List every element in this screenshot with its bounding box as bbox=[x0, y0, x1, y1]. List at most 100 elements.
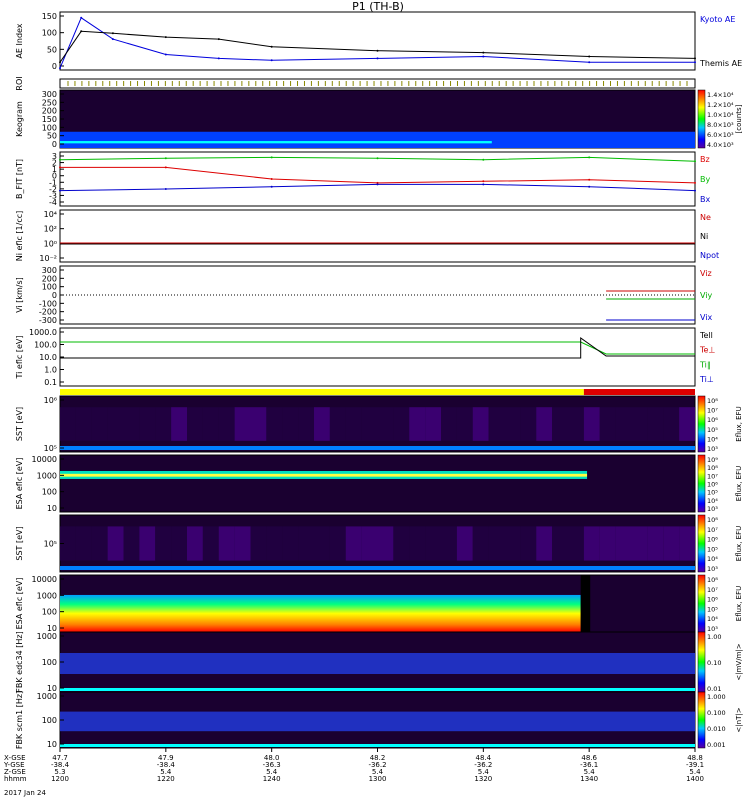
panels-group: AE Index150100500Kyoto AEThemis AEROIKeo… bbox=[15, 11, 742, 749]
data-point bbox=[217, 38, 220, 41]
spectrogram-band bbox=[60, 131, 695, 148]
colorbar-tick-label: 6.0×10³ bbox=[707, 131, 734, 139]
spectrogram-cell bbox=[202, 407, 219, 441]
spectrogram-cell bbox=[329, 407, 346, 441]
data-point bbox=[59, 158, 61, 161]
panel-esa_e: ESA eflc [eV] 10000 1000 100 10 bbox=[15, 454, 696, 513]
spectrogram-cell bbox=[171, 526, 187, 561]
panel-sst_e: SST [eV] 10⁶ 10⁵ bbox=[15, 389, 696, 453]
panel-roi: ROI bbox=[15, 76, 696, 91]
colorbar-cb-sst-e: 10⁸ 10⁷10⁶ 10⁵10⁴ 10³ Eflux, EFU bbox=[697, 395, 743, 453]
panel-ylabel: Ti eflc [eV] bbox=[15, 336, 24, 380]
spectrogram-cell bbox=[615, 526, 632, 561]
data-point bbox=[164, 36, 167, 39]
spectrogram-cell bbox=[266, 407, 283, 441]
spectrogram-cell bbox=[568, 407, 584, 441]
colorbar-tick-label: 10⁸ bbox=[707, 397, 718, 405]
legend-entry: Viy bbox=[700, 291, 713, 300]
spectrogram-cell bbox=[504, 526, 521, 561]
panel-keogram: Keogram300250200150100500 bbox=[15, 89, 696, 149]
spectrogram-cell bbox=[504, 407, 521, 441]
colorbar-label: <|nT|> bbox=[735, 707, 743, 732]
spectrogram-band bbox=[60, 473, 588, 477]
colorbar-gradient bbox=[697, 574, 706, 633]
spectrogram-cell bbox=[91, 526, 108, 561]
spectrogram-cell bbox=[187, 407, 203, 441]
spectrogram-cell bbox=[123, 407, 140, 441]
spectrogram-cell bbox=[583, 526, 600, 561]
spectrogram-cell bbox=[393, 526, 410, 561]
panel-ylabel: SST [eV] bbox=[15, 407, 24, 441]
y-tick-label: 1.0 bbox=[44, 366, 57, 375]
colorbar-cb-sst-i: 10⁸ 10⁷ 10⁶10⁵ 10⁴ 10³ Eflux, EFU bbox=[697, 514, 743, 573]
spectrogram-band bbox=[60, 141, 492, 144]
spectrogram-cell bbox=[552, 407, 568, 441]
spectrogram-cell bbox=[679, 407, 695, 441]
data-point bbox=[164, 166, 167, 169]
legend-entry: Tell bbox=[699, 331, 713, 340]
spectrogram-cell bbox=[520, 526, 537, 561]
data-point bbox=[694, 160, 696, 163]
legend-entry: By bbox=[700, 175, 710, 184]
panel-fbk_scm: FBK edc34 [Hz] 100010010 bbox=[15, 631, 696, 693]
data-point bbox=[270, 59, 273, 62]
spectrogram-cell bbox=[409, 407, 426, 441]
y-tick-label: -4 bbox=[49, 198, 57, 207]
colorbar-label: Eflux, EFU bbox=[735, 466, 743, 501]
colorbar-tick-label: 0.001 bbox=[707, 741, 726, 749]
colorbar-tick-label: 10⁵ bbox=[707, 545, 718, 553]
spectrogram-cell bbox=[393, 407, 410, 441]
spectrogram-cell bbox=[75, 407, 92, 441]
data-point bbox=[59, 189, 61, 192]
x-tick-label: 1220 bbox=[157, 775, 175, 783]
data-point bbox=[588, 178, 591, 181]
x-row-label: hhmm bbox=[4, 775, 27, 783]
panel-sst_i: SST [eV] 10⁵ bbox=[15, 514, 696, 573]
panel-frame bbox=[59, 327, 696, 387]
data-point bbox=[376, 157, 379, 160]
date-label: 2017 Jan 24 bbox=[4, 789, 47, 797]
x-axis-group: X-GSEY-GSEZ-GSEhhmm47.7-38.45.3120047.9-… bbox=[3, 748, 704, 797]
panel-ylabel: B_FIT [nT] bbox=[15, 159, 24, 199]
legend-entry: Npot bbox=[700, 251, 719, 260]
panel-frame bbox=[59, 209, 696, 263]
spectrogram-cell bbox=[266, 526, 283, 561]
x-tick-label: 1340 bbox=[580, 775, 598, 783]
spectrogram-cell bbox=[441, 526, 457, 561]
spectrogram-band bbox=[60, 566, 695, 570]
spectrogram-cell bbox=[615, 407, 632, 441]
colorbar-tick-label: 10⁴ bbox=[707, 615, 718, 623]
data-point bbox=[59, 166, 61, 169]
spectrogram-cell bbox=[552, 526, 568, 561]
data-point bbox=[482, 51, 485, 54]
colorbar-tick-label: 1.000 bbox=[707, 693, 726, 701]
spectrogram-band bbox=[60, 446, 695, 450]
spectrogram-cell bbox=[441, 407, 457, 441]
panel-ylabel: ESA eflc [eV] bbox=[15, 578, 24, 630]
data-point bbox=[588, 55, 591, 58]
spectrogram-cell bbox=[377, 407, 394, 441]
y-tick-label: 10² bbox=[44, 225, 57, 234]
legend-entry: Kyoto AE bbox=[700, 15, 735, 24]
colorbar-tick-label: 10⁸ bbox=[707, 576, 718, 584]
y-tick-label: -300 bbox=[39, 316, 57, 325]
legend-entry: Ti∥ bbox=[699, 360, 711, 369]
legend-entry: Ne bbox=[700, 213, 711, 222]
data-point bbox=[376, 57, 379, 60]
y-tick-label: 10 bbox=[47, 740, 57, 749]
colorbar-tick-label: 10⁷ bbox=[707, 407, 718, 415]
colorbar-gradient bbox=[697, 631, 706, 693]
panel-frame bbox=[59, 11, 696, 71]
colorbar-tick-label: 10⁵ bbox=[707, 605, 718, 613]
panel-frame bbox=[59, 265, 696, 325]
y-tick-label: 10000 bbox=[32, 575, 57, 584]
data-point bbox=[111, 32, 114, 35]
figure-title: P1 (TH-B) bbox=[352, 0, 404, 13]
legend-entry: Themis AE bbox=[699, 59, 742, 68]
data-point bbox=[588, 61, 591, 64]
data-point bbox=[270, 45, 273, 48]
data-point bbox=[482, 183, 485, 186]
colorbar-tick-label: 0.01 bbox=[707, 685, 721, 693]
data-point bbox=[588, 185, 591, 188]
data-point bbox=[482, 158, 485, 161]
